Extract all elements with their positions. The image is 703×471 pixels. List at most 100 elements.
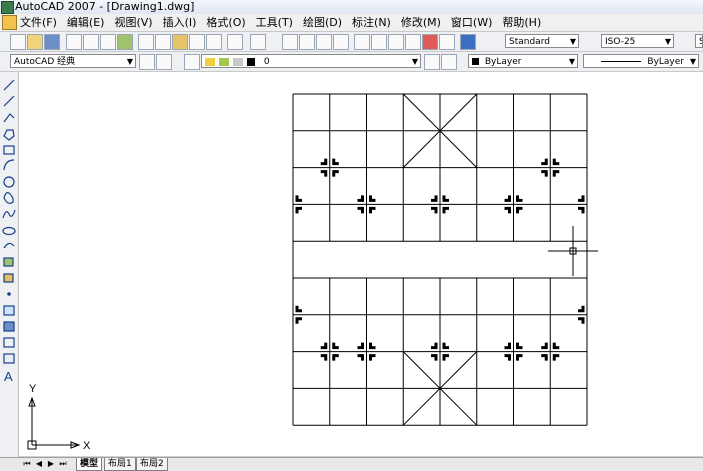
ucs-icon bbox=[27, 396, 81, 450]
document-menu-icon[interactable] bbox=[2, 15, 17, 30]
multiline-text-icon: A bbox=[4, 369, 13, 384]
color-select[interactable]: ByLayer ▼ bbox=[468, 54, 578, 68]
workspace-settings-icon[interactable] bbox=[139, 54, 155, 70]
revision-cloud-icon bbox=[3, 192, 14, 204]
xiangqi-board-drawing: Y X bbox=[27, 93, 598, 452]
workspace-layers-toolbar: AutoCAD 经典 ▼ 0 ▼ ByLayer ▼ ByLayer ▼ bbox=[0, 52, 703, 72]
design-center-icon[interactable] bbox=[371, 34, 387, 50]
zoom-realtime-icon[interactable] bbox=[299, 34, 315, 50]
window-title: AutoCAD 2007 - [Drawing1.dwg] bbox=[15, 0, 195, 13]
hatch-icon bbox=[3, 305, 15, 316]
draw-toolbar-icons: A bbox=[2, 79, 16, 384]
cut-icon[interactable] bbox=[138, 34, 154, 50]
table-style-select[interactable]: S bbox=[695, 34, 703, 48]
make-block-icon bbox=[3, 273, 14, 283]
region-icon bbox=[3, 337, 15, 348]
workspace-select[interactable]: AutoCAD 经典 ▼ bbox=[10, 54, 136, 68]
undo-icon[interactable] bbox=[227, 34, 243, 50]
dim-style-icon bbox=[585, 34, 601, 50]
match-properties-icon[interactable] bbox=[189, 34, 205, 50]
zoom-window-icon[interactable] bbox=[316, 34, 332, 50]
markup-icon[interactable] bbox=[422, 34, 438, 50]
circle-icon bbox=[3, 176, 15, 188]
pan-icon[interactable] bbox=[282, 34, 298, 50]
menu-dimension[interactable]: 标注(N) bbox=[352, 14, 391, 31]
last-tab-icon[interactable]: ⏭ bbox=[58, 459, 68, 469]
layer-select[interactable]: 0 ▼ bbox=[201, 54, 421, 68]
chevron-down-icon: ▼ bbox=[411, 57, 418, 66]
redo-icon[interactable] bbox=[250, 34, 266, 50]
next-tab-icon[interactable]: ▶ bbox=[46, 459, 56, 469]
sheet-set-icon[interactable] bbox=[405, 34, 421, 50]
menu-edit[interactable]: 编辑(E) bbox=[67, 14, 105, 31]
chevron-down-icon: ▼ bbox=[568, 57, 575, 66]
text-style-select[interactable]: Standard ▼ bbox=[505, 34, 579, 48]
layer-previous-icon[interactable] bbox=[441, 54, 457, 70]
tab-layout1[interactable]: 布局1 bbox=[104, 458, 136, 471]
layout-tabs-bar: ⏮ ◀ ▶ ⏭ 模型 布局1 布局2 bbox=[0, 457, 703, 471]
menu-window[interactable]: 窗口(W) bbox=[451, 14, 492, 31]
polyline-icon bbox=[3, 113, 15, 123]
rectangle-icon bbox=[3, 145, 15, 155]
drawing-canvas[interactable]: Y X bbox=[19, 72, 703, 456]
chevron-down-icon: ▼ bbox=[126, 57, 133, 66]
menu-bar: 文件(F) 编辑(E) 视图(V) 插入(I) 格式(O) 工具(T) 绘图(D… bbox=[0, 14, 703, 32]
tab-layout2[interactable]: 布局2 bbox=[136, 458, 168, 471]
publish-icon[interactable] bbox=[100, 34, 116, 50]
linetype-sample bbox=[600, 61, 641, 62]
save-icon[interactable] bbox=[44, 34, 60, 50]
ellipse-arc-icon bbox=[3, 242, 15, 249]
ucs-x-label: X bbox=[83, 440, 91, 452]
point-icon bbox=[7, 292, 11, 296]
chevron-down-icon: ▼ bbox=[664, 37, 671, 46]
linetype-select[interactable]: ByLayer ▼ bbox=[583, 54, 699, 68]
menu-view[interactable]: 视图(V) bbox=[114, 14, 152, 31]
crosshair-cursor bbox=[548, 226, 598, 276]
properties-icon[interactable] bbox=[354, 34, 370, 50]
save-workspace-icon[interactable] bbox=[156, 54, 172, 70]
make-object-layer-current-icon[interactable] bbox=[424, 54, 440, 70]
chevron-down-icon: ▼ bbox=[569, 37, 576, 46]
table-icon bbox=[3, 353, 15, 364]
open-file-icon[interactable] bbox=[27, 34, 43, 50]
color-swatch bbox=[472, 58, 479, 65]
menu-draw[interactable]: 绘图(D) bbox=[303, 14, 342, 31]
help-icon[interactable] bbox=[460, 34, 476, 50]
line-icon bbox=[3, 79, 15, 91]
first-tab-icon[interactable]: ⏮ bbox=[22, 459, 32, 469]
menu-help[interactable]: 帮助(H) bbox=[502, 14, 541, 31]
text-style-icon bbox=[490, 34, 506, 50]
copy-icon[interactable] bbox=[155, 34, 171, 50]
polygon-icon bbox=[3, 129, 15, 141]
title-bar: AutoCAD 2007 - [Drawing1.dwg] bbox=[0, 0, 703, 15]
dim-style-select[interactable]: ISO-25 ▼ bbox=[601, 34, 674, 48]
menu-insert[interactable]: 插入(I) bbox=[163, 14, 197, 31]
autocad-app-icon bbox=[1, 1, 14, 14]
chevron-down-icon: ▼ bbox=[689, 57, 696, 66]
ucs-y-label: Y bbox=[29, 383, 37, 395]
print-icon[interactable] bbox=[66, 34, 82, 50]
new-file-icon[interactable] bbox=[10, 34, 26, 50]
menu-format[interactable]: 格式(O) bbox=[206, 14, 245, 31]
spline-icon bbox=[2, 209, 16, 219]
gradient-icon bbox=[3, 321, 15, 332]
layer-state-icons bbox=[205, 57, 261, 66]
previous-tab-icon[interactable]: ◀ bbox=[34, 459, 44, 469]
ellipse-icon bbox=[2, 226, 16, 236]
menu-modify[interactable]: 修改(M) bbox=[401, 14, 441, 31]
block-editor-icon[interactable] bbox=[206, 34, 222, 50]
3d-dwf-icon[interactable] bbox=[117, 34, 133, 50]
calculator-icon[interactable] bbox=[439, 34, 455, 50]
menu-tools[interactable]: 工具(T) bbox=[256, 14, 293, 31]
arc-icon bbox=[3, 159, 15, 171]
layer-manager-icon[interactable] bbox=[184, 54, 200, 70]
tab-model[interactable]: 模型 bbox=[76, 458, 103, 471]
menu-file[interactable]: 文件(F) bbox=[20, 14, 57, 31]
paste-icon[interactable] bbox=[172, 34, 188, 50]
construction-line-icon bbox=[3, 95, 15, 107]
print-preview-icon[interactable] bbox=[83, 34, 99, 50]
zoom-previous-icon[interactable] bbox=[333, 34, 349, 50]
tool-palettes-icon[interactable] bbox=[388, 34, 404, 50]
insert-block-icon bbox=[3, 257, 14, 267]
draw-toolbar: A bbox=[0, 72, 19, 464]
